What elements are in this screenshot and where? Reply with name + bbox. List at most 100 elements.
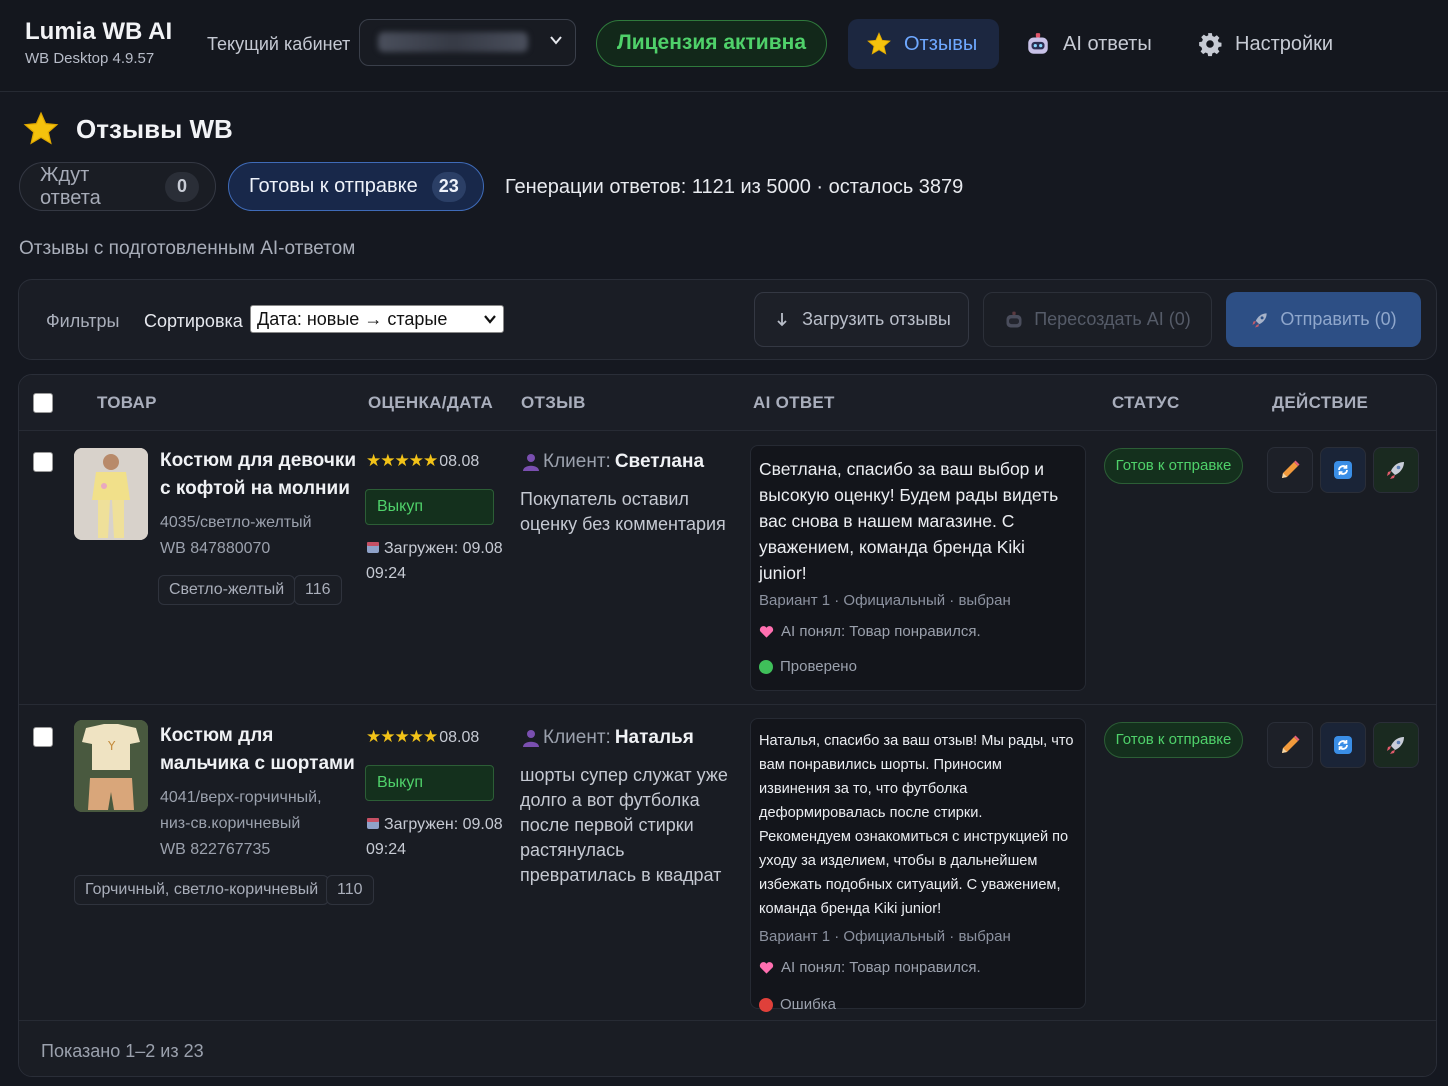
regenerate-button[interactable] xyxy=(1320,722,1366,768)
check-status-text: Ошибка xyxy=(780,996,836,1013)
product-thumbnail: Y xyxy=(74,720,148,812)
download-arrow-icon xyxy=(777,312,787,326)
check-status: Проверено xyxy=(759,658,1077,675)
sort-select[interactable]: Дата: новые → старые xyxy=(250,305,504,333)
edit-button[interactable] xyxy=(1267,447,1313,493)
license-status: Лицензия активна xyxy=(596,20,827,67)
row-checkbox[interactable] xyxy=(33,452,53,472)
product-name[interactable]: Костюм для мальчика с шортами xyxy=(160,722,360,778)
section-subtitle: Отзывы с подготовленным AI-ответом xyxy=(19,238,356,259)
review-text: Покупатель оставил оценку без комментари… xyxy=(520,489,726,534)
pagination-info: Показано 1–2 из 23 xyxy=(41,1041,204,1061)
rocket-icon xyxy=(1252,312,1268,327)
cabinet-select[interactable] xyxy=(359,19,576,66)
tab-ready-label: Готовы к отправке xyxy=(249,175,418,197)
reviews-table: ТОВАР ОЦЕНКА/ДАТА ОТЗЫВ AI ОТВЕТ СТАТУС … xyxy=(18,374,1437,1077)
product-image-boy-suit: Y xyxy=(74,720,148,812)
column-header-product: ТОВАР xyxy=(97,393,157,412)
client-info: Клиент: Наталья xyxy=(521,727,694,749)
loaded-time: 09:24 xyxy=(366,565,407,582)
sort-select-value: Дата: новые → старые xyxy=(257,309,448,329)
product-color-tag: Светло-желтый xyxy=(158,575,296,605)
product-thumbnail xyxy=(74,448,148,540)
user-icon xyxy=(523,730,539,747)
select-all-checkbox[interactable] xyxy=(33,393,53,413)
table-footer: Показано 1–2 из 23 xyxy=(19,1020,1436,1076)
loaded-date: Загружен: 09.08 xyxy=(384,540,503,557)
app-version: WB Desktop 4.9.57 xyxy=(25,50,155,67)
send-button[interactable]: Отправить (0) xyxy=(1226,292,1421,347)
nav-settings-label: Настройки xyxy=(1235,32,1334,55)
check-status: Ошибка xyxy=(759,996,1077,1013)
ai-understood-text: AI понял: Товар понравился. xyxy=(781,623,981,640)
chevron-down-icon xyxy=(550,36,562,45)
regenerate-ai-label: Пересоздать AI (0) xyxy=(1034,309,1191,329)
nav-ai-answers[interactable]: AI ответы xyxy=(1025,19,1152,69)
product-color-tag: Горчичный, светло-коричневый xyxy=(74,875,330,905)
regenerate-ai-button[interactable]: Пересоздать AI (0) xyxy=(983,292,1212,347)
ai-variant-info: Вариант 1 · Официальный · выбран xyxy=(759,928,1011,945)
brand: Lumia WB AI WB Desktop 4.9.57 xyxy=(25,18,172,67)
table-row: Костюм для девочки с кофтой на молнии 40… xyxy=(19,431,1436,704)
toolbar: Фильтры Сортировка Дата: новые → старые … xyxy=(18,279,1437,360)
ai-variant-info: Вариант 1 · Официальный · выбран xyxy=(759,592,1011,609)
rocket-icon xyxy=(1387,462,1404,479)
tab-ready-count: 23 xyxy=(431,171,466,202)
tab-awaiting-reply[interactable]: Ждут ответа 0 xyxy=(19,162,216,211)
send-button-label: Отправить (0) xyxy=(1280,309,1397,329)
pencil-icon xyxy=(1282,460,1300,478)
product-size-tag: 110 xyxy=(326,875,374,905)
status-badge: Готов к отправке xyxy=(1104,448,1243,484)
table-header: ТОВАР ОЦЕНКА/ДАТА ОТЗЫВ AI ОТВЕТ СТАТУС … xyxy=(19,375,1436,431)
product-variant: 4041/верх-горчичный, низ-св.коричневый xyxy=(160,789,322,832)
filters-button[interactable]: Фильтры xyxy=(46,311,119,332)
send-single-button[interactable] xyxy=(1373,722,1419,768)
load-reviews-button[interactable]: Загрузить отзывы xyxy=(754,292,969,347)
status-dot-red-icon xyxy=(759,997,773,1012)
product-name[interactable]: Костюм для девочки с кофтой на молнии xyxy=(160,447,360,503)
purchase-badge: Выкуп xyxy=(365,489,494,525)
refresh-icon xyxy=(1334,736,1352,754)
review-date: 08.08 xyxy=(439,453,480,470)
nav-reviews[interactable]: Отзывы xyxy=(848,19,1000,69)
status-dot-green-icon xyxy=(759,659,773,674)
table-row: Y Костюм для мальчика с шортами 4041/вер… xyxy=(19,704,1436,1020)
star-icon xyxy=(867,32,891,55)
sort-label: Сортировка xyxy=(144,311,243,331)
product-size-tag: 116 xyxy=(294,575,342,605)
status-badge: Готов к отправке xyxy=(1104,722,1243,758)
row-checkbox[interactable] xyxy=(33,727,53,747)
calendar-icon xyxy=(367,542,379,553)
product-sku: WB 847880070 xyxy=(160,540,271,557)
tab-awaiting-count: 0 xyxy=(165,171,199,202)
tab-ready-to-send[interactable]: Готовы к отправке 23 xyxy=(228,162,484,211)
loaded-date: Загружен: 09.08 xyxy=(384,816,503,833)
generations-counter: Генерации ответов: 1121 из 5000 · остало… xyxy=(505,176,964,198)
regenerate-button[interactable] xyxy=(1320,447,1366,493)
rating-stars-glyphs: ★★★★★ xyxy=(366,727,438,746)
page-title: Отзывы WB xyxy=(22,110,233,148)
chevron-down-icon xyxy=(484,315,496,324)
check-status-text: Проверено xyxy=(780,658,857,675)
nav-reviews-label: Отзывы xyxy=(904,32,978,55)
ai-answer-text: Светлана, спасибо за ваш выбор и высокую… xyxy=(759,459,1059,583)
ai-answer-box[interactable]: Наталья, спасибо за ваш отзыв! Мы рады, … xyxy=(750,718,1086,1013)
ai-answer-box[interactable]: Светлана, спасибо за ваш выбор и высокую… xyxy=(750,445,1086,691)
gear-icon xyxy=(1199,33,1222,57)
top-bar: Lumia WB AI WB Desktop 4.9.57 Текущий ка… xyxy=(0,0,1448,92)
heart-icon xyxy=(759,625,774,638)
user-icon xyxy=(523,454,539,471)
loaded-info: Загружен: 09.08 09:24 xyxy=(366,812,506,862)
column-header-review: ОТЗЫВ xyxy=(521,393,586,412)
load-reviews-label: Загрузить отзывы xyxy=(802,309,951,329)
column-header-status: СТАТУС xyxy=(1112,393,1180,412)
robot-icon xyxy=(1006,311,1022,327)
loaded-info: Загружен: 09.08 09:24 xyxy=(366,536,506,586)
heart-icon xyxy=(759,961,774,974)
nav-settings[interactable]: Настройки xyxy=(1197,19,1333,69)
purchase-badge: Выкуп xyxy=(365,765,494,801)
edit-button[interactable] xyxy=(1267,722,1313,768)
send-single-button[interactable] xyxy=(1373,447,1419,493)
client-label: Клиент: xyxy=(543,451,611,472)
calendar-icon xyxy=(367,818,379,829)
